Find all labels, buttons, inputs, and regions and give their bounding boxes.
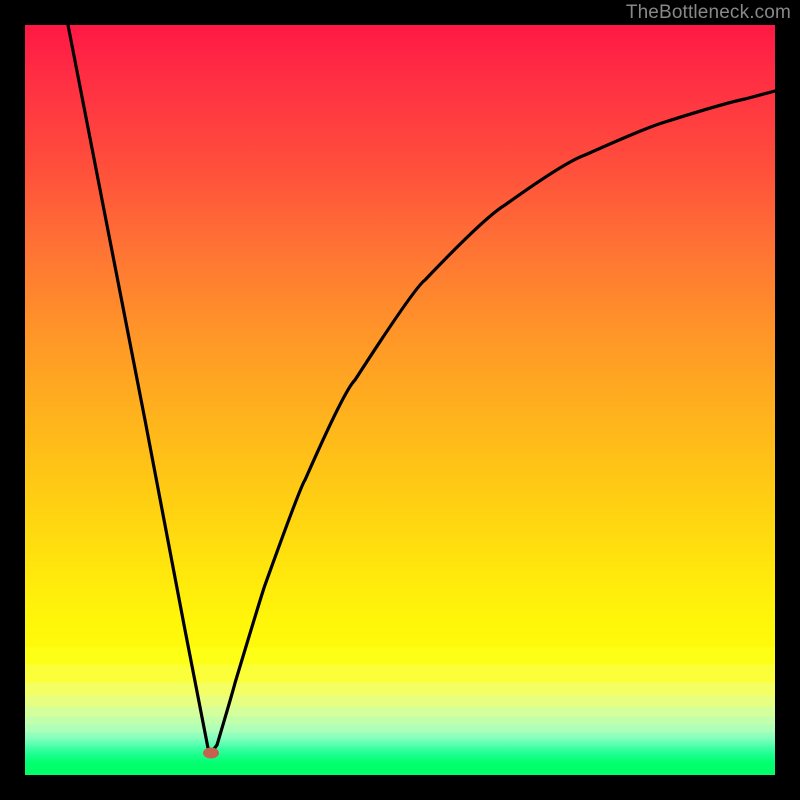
chart-container: TheBottleneck.com [0,0,800,800]
min-marker [203,748,219,759]
plot-area [25,25,775,775]
watermark-text: TheBottleneck.com [626,2,791,24]
bottleneck-curve [25,25,775,775]
